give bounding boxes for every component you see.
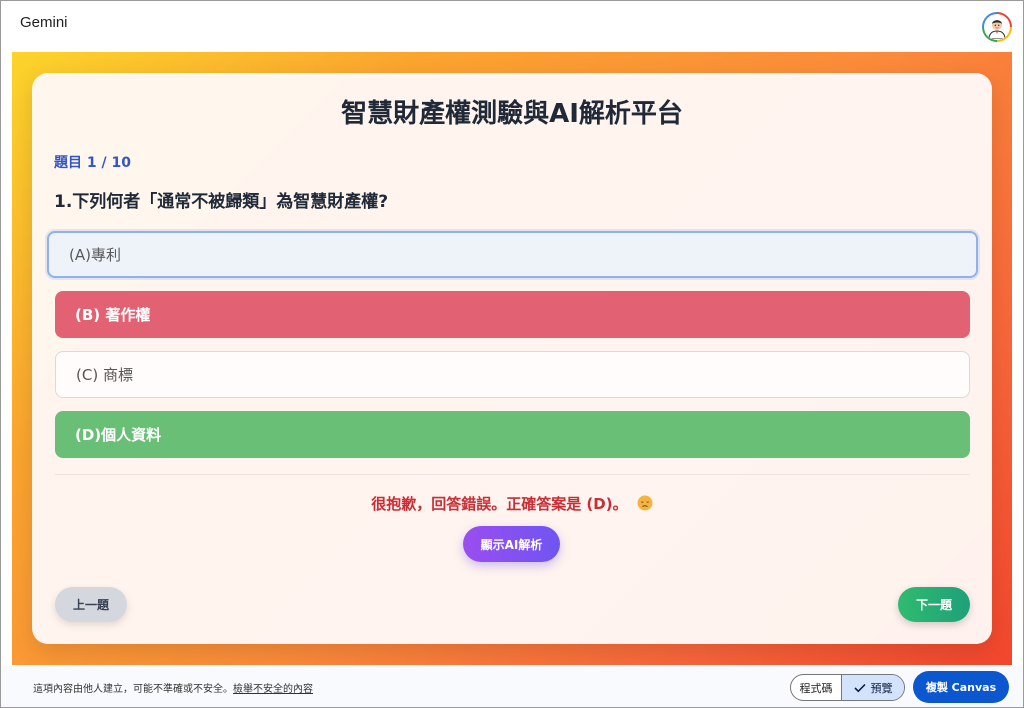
option-a[interactable]: (A)專利 xyxy=(47,231,978,278)
code-toggle-label: 程式碼 xyxy=(799,681,833,695)
question-progress: 題目 1 / 10 xyxy=(54,155,131,171)
canvas-preview-area: 智慧財產權測驗與AI解析平台 題目 1 / 10 1.下列何者「通常不被歸類」為… xyxy=(12,52,1012,665)
quiz-card: 智慧財產權測驗與AI解析平台 題目 1 / 10 1.下列何者「通常不被歸類」為… xyxy=(32,73,992,644)
top-bar: Gemini xyxy=(0,0,1024,50)
disclaimer: 這項內容由他人建立，可能不準確或不安全。檢舉不安全的內容 xyxy=(33,680,313,695)
report-unsafe-content-link[interactable]: 檢舉不安全的內容 xyxy=(233,684,313,695)
footer-bar: 這項內容由他人建立，可能不準確或不安全。檢舉不安全的內容 程式碼 預覽 複製 C… xyxy=(0,666,1024,708)
disclaimer-text: 這項內容由他人建立，可能不準確或不安全。 xyxy=(33,684,233,695)
question-text: 1.下列何者「通常不被歸類」為智慧財產權? xyxy=(54,192,389,212)
preview-toggle-label: 預覽 xyxy=(870,681,893,695)
option-c-label: (C) 商標 xyxy=(76,366,133,384)
option-b-label: (B) 著作權 xyxy=(75,306,151,324)
option-d-label: (D)個人資料 xyxy=(75,426,162,444)
app-title: Gemini xyxy=(20,14,68,31)
check-icon xyxy=(853,683,866,692)
option-c[interactable]: (C) 商標 xyxy=(55,351,970,398)
feedback-message: 很抱歉，回答錯誤。正確答案是 (D)。 xyxy=(32,493,992,514)
page-title: 智慧財產權測驗與AI解析平台 xyxy=(341,99,683,129)
previous-question-button[interactable]: 上一題 xyxy=(55,587,127,622)
divider xyxy=(55,474,970,475)
feedback-text: 很抱歉，回答錯誤。正確答案是 (D)。 xyxy=(371,495,628,513)
user-avatar[interactable] xyxy=(982,12,1012,42)
option-d[interactable]: (D)個人資料 xyxy=(55,411,970,458)
code-toggle-button[interactable]: 程式碼 xyxy=(791,675,842,700)
option-b[interactable]: (B) 著作權 xyxy=(55,291,970,338)
show-ai-analysis-button[interactable]: 顯示AI解析 xyxy=(463,526,560,562)
next-question-button[interactable]: 下一題 xyxy=(898,587,970,622)
option-a-label: (A)專利 xyxy=(69,246,121,264)
user-avatar-icon xyxy=(985,15,1009,39)
view-toggle: 程式碼 預覽 xyxy=(790,674,905,701)
preview-toggle-button[interactable]: 預覽 xyxy=(842,675,904,700)
disappointed-face-icon xyxy=(637,495,653,511)
copy-canvas-button[interactable]: 複製 Canvas xyxy=(913,671,1009,703)
